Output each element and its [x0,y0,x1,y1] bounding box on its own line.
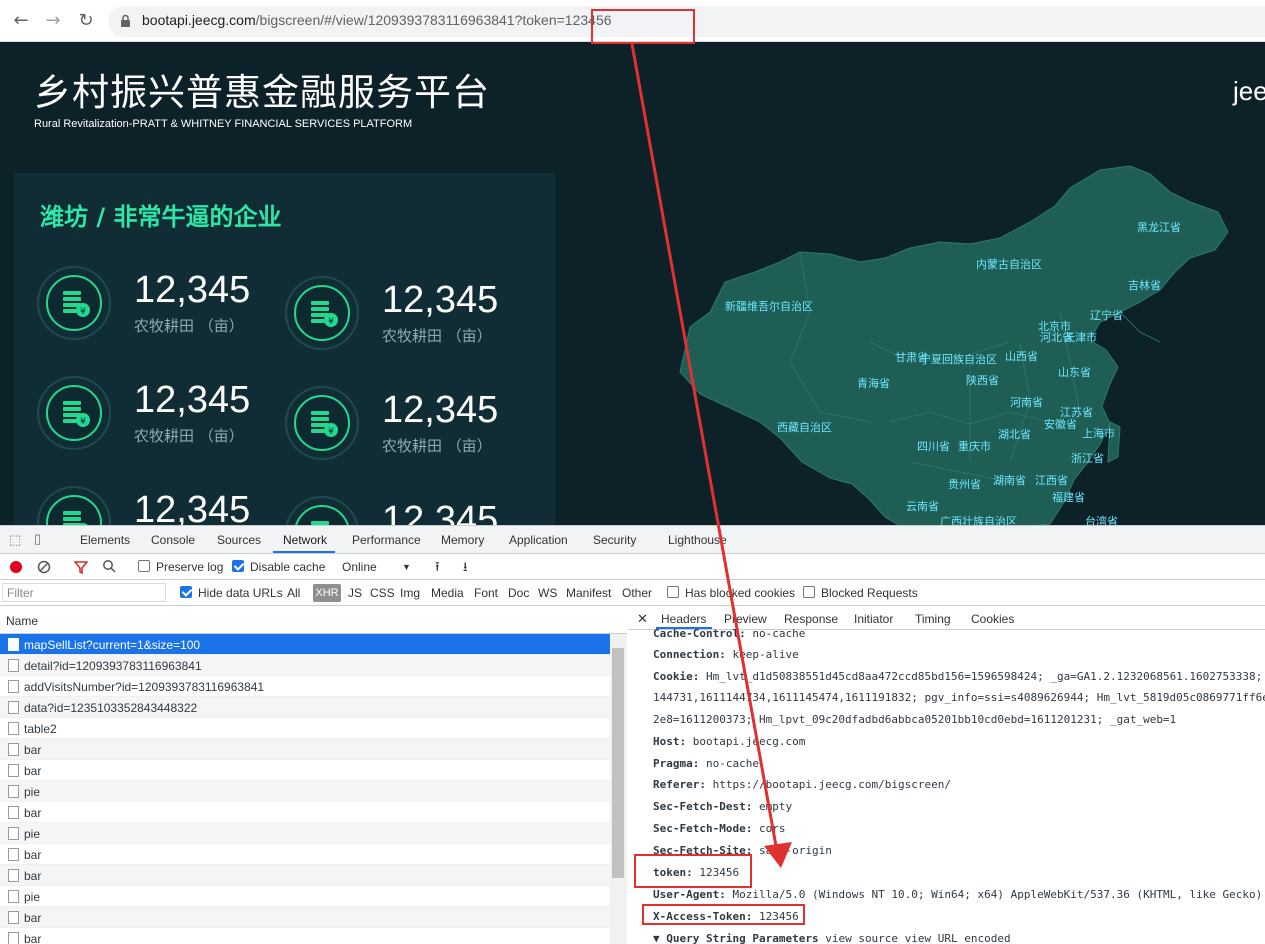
annotation-arrow [630,43,792,868]
